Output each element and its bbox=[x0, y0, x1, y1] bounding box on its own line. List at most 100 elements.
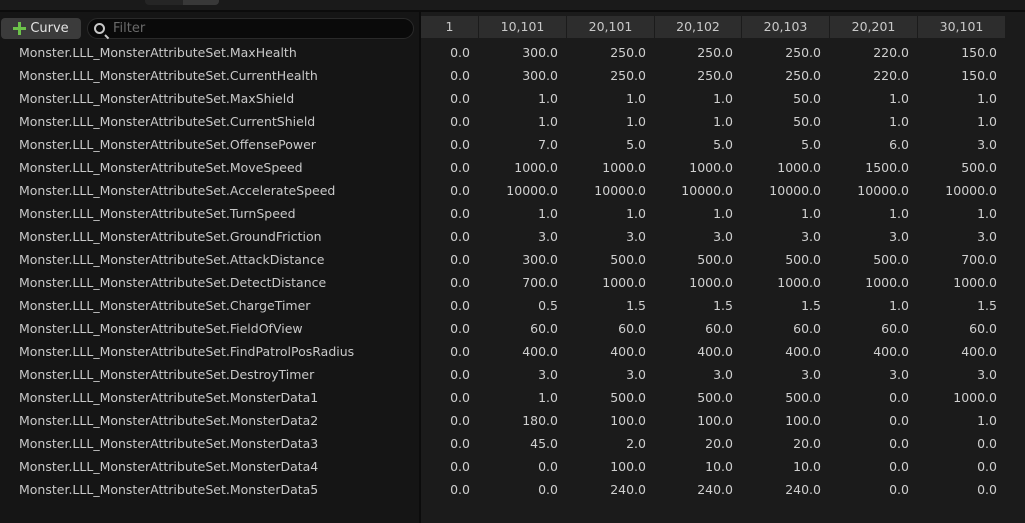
value-cell[interactable]: 3.0 bbox=[567, 225, 655, 248]
value-cell[interactable]: 300.0 bbox=[479, 64, 567, 87]
value-cell[interactable]: 1.0 bbox=[918, 110, 1006, 133]
value-cell[interactable]: 1.5 bbox=[655, 294, 742, 317]
value-cell[interactable]: 1000.0 bbox=[655, 271, 742, 294]
value-cell[interactable]: 1.0 bbox=[567, 110, 655, 133]
value-cell[interactable]: 240.0 bbox=[655, 478, 742, 501]
curve-name-row[interactable]: Monster.LLL_MonsterAttributeSet.CurrentH… bbox=[0, 64, 419, 87]
value-cell[interactable]: 1.5 bbox=[742, 294, 830, 317]
value-cell[interactable]: 0.0 bbox=[830, 386, 918, 409]
value-cell[interactable]: 1.0 bbox=[918, 87, 1006, 110]
value-cell[interactable]: 300.0 bbox=[479, 41, 567, 64]
value-cell[interactable]: 700.0 bbox=[479, 271, 567, 294]
value-cell[interactable]: 250.0 bbox=[567, 64, 655, 87]
curve-name-row[interactable]: Monster.LLL_MonsterAttributeSet.FieldOfV… bbox=[0, 317, 419, 340]
value-cell[interactable]: 3.0 bbox=[918, 225, 1006, 248]
value-cell[interactable]: 0.0 bbox=[421, 225, 479, 248]
value-cell[interactable]: 3.0 bbox=[479, 363, 567, 386]
value-cell[interactable]: 500.0 bbox=[655, 386, 742, 409]
curve-name-row[interactable]: Monster.LLL_MonsterAttributeSet.DetectDi… bbox=[0, 271, 419, 294]
value-cell[interactable]: 1500.0 bbox=[830, 156, 918, 179]
value-cell[interactable]: 1.0 bbox=[655, 110, 742, 133]
value-cell[interactable]: 10000.0 bbox=[655, 179, 742, 202]
value-cell[interactable]: 0.0 bbox=[479, 455, 567, 478]
value-cell[interactable]: 700.0 bbox=[918, 248, 1006, 271]
value-cell[interactable]: 1000.0 bbox=[742, 156, 830, 179]
value-cell[interactable]: 100.0 bbox=[655, 409, 742, 432]
value-cell[interactable]: 2.0 bbox=[567, 432, 655, 455]
value-cell[interactable]: 1.0 bbox=[742, 202, 830, 225]
value-cell[interactable]: 0.0 bbox=[479, 478, 567, 501]
value-cell[interactable]: 150.0 bbox=[918, 64, 1006, 87]
value-cell[interactable]: 240.0 bbox=[742, 478, 830, 501]
curve-name-row[interactable]: Monster.LLL_MonsterAttributeSet.TurnSpee… bbox=[0, 202, 419, 225]
value-cell[interactable]: 1.0 bbox=[830, 294, 918, 317]
value-cell[interactable]: 180.0 bbox=[479, 409, 567, 432]
value-cell[interactable]: 1.0 bbox=[567, 87, 655, 110]
curve-name-row[interactable]: Monster.LLL_MonsterAttributeSet.Accelera… bbox=[0, 179, 419, 202]
value-cell[interactable]: 6.0 bbox=[830, 133, 918, 156]
curve-name-row[interactable]: Monster.LLL_MonsterAttributeSet.GroundFr… bbox=[0, 225, 419, 248]
value-cell[interactable]: 0.0 bbox=[830, 455, 918, 478]
value-cell[interactable]: 3.0 bbox=[918, 363, 1006, 386]
value-cell[interactable]: 1.5 bbox=[918, 294, 1006, 317]
value-cell[interactable]: 0.0 bbox=[421, 478, 479, 501]
column-header[interactable]: 20,102 bbox=[655, 16, 742, 38]
value-cell[interactable]: 7.0 bbox=[479, 133, 567, 156]
add-curve-button[interactable]: Curve bbox=[1, 18, 81, 39]
value-cell[interactable]: 1.0 bbox=[655, 202, 742, 225]
value-cell[interactable]: 500.0 bbox=[655, 248, 742, 271]
value-cell[interactable]: 3.0 bbox=[655, 363, 742, 386]
value-cell[interactable]: 10.0 bbox=[655, 455, 742, 478]
value-cell[interactable]: 60.0 bbox=[742, 317, 830, 340]
value-cell[interactable]: 10.0 bbox=[742, 455, 830, 478]
value-cell[interactable]: 1000.0 bbox=[742, 271, 830, 294]
value-cell[interactable]: 0.0 bbox=[421, 64, 479, 87]
curve-name-row[interactable]: Monster.LLL_MonsterAttributeSet.FindPatr… bbox=[0, 340, 419, 363]
value-cell[interactable]: 0.0 bbox=[830, 409, 918, 432]
value-cell[interactable]: 1000.0 bbox=[918, 386, 1006, 409]
value-cell[interactable]: 150.0 bbox=[918, 41, 1006, 64]
value-cell[interactable]: 1.0 bbox=[479, 386, 567, 409]
value-cell[interactable]: 0.0 bbox=[421, 110, 479, 133]
curve-name-row[interactable]: Monster.LLL_MonsterAttributeSet.AttackDi… bbox=[0, 248, 419, 271]
value-cell[interactable]: 1.5 bbox=[567, 294, 655, 317]
value-cell[interactable]: 1.0 bbox=[479, 87, 567, 110]
value-cell[interactable]: 0.0 bbox=[421, 156, 479, 179]
column-header[interactable]: 30,101 bbox=[918, 16, 1006, 38]
value-cell[interactable]: 10000.0 bbox=[830, 179, 918, 202]
value-cell[interactable]: 400.0 bbox=[918, 340, 1006, 363]
value-cell[interactable]: 0.0 bbox=[918, 478, 1006, 501]
column-header[interactable]: 20,101 bbox=[567, 16, 655, 38]
value-cell[interactable]: 0.0 bbox=[830, 478, 918, 501]
value-cell[interactable]: 3.0 bbox=[655, 225, 742, 248]
value-cell[interactable]: 10000.0 bbox=[918, 179, 1006, 202]
curve-name-row[interactable]: Monster.LLL_MonsterAttributeSet.MonsterD… bbox=[0, 455, 419, 478]
value-cell[interactable]: 0.0 bbox=[421, 317, 479, 340]
value-cell[interactable]: 0.0 bbox=[421, 202, 479, 225]
curve-name-row[interactable]: Monster.LLL_MonsterAttributeSet.DestroyT… bbox=[0, 363, 419, 386]
value-cell[interactable]: 1000.0 bbox=[479, 156, 567, 179]
value-cell[interactable]: 3.0 bbox=[567, 363, 655, 386]
value-cell[interactable]: 60.0 bbox=[479, 317, 567, 340]
value-cell[interactable]: 5.0 bbox=[567, 133, 655, 156]
value-cell[interactable]: 250.0 bbox=[742, 41, 830, 64]
value-cell[interactable]: 0.0 bbox=[421, 455, 479, 478]
view-toggle[interactable] bbox=[145, 0, 219, 5]
curve-name-row[interactable]: Monster.LLL_MonsterAttributeSet.MonsterD… bbox=[0, 409, 419, 432]
value-cell[interactable]: 10000.0 bbox=[479, 179, 567, 202]
value-cell[interactable]: 1.0 bbox=[830, 110, 918, 133]
curve-name-row[interactable]: Monster.LLL_MonsterAttributeSet.MaxHealt… bbox=[0, 41, 419, 64]
value-cell[interactable]: 3.0 bbox=[830, 225, 918, 248]
value-cell[interactable]: 400.0 bbox=[479, 340, 567, 363]
value-cell[interactable]: 400.0 bbox=[742, 340, 830, 363]
value-cell[interactable]: 1.0 bbox=[830, 87, 918, 110]
value-cell[interactable]: 300.0 bbox=[479, 248, 567, 271]
value-cell[interactable]: 100.0 bbox=[567, 409, 655, 432]
curve-name-row[interactable]: Monster.LLL_MonsterAttributeSet.MonsterD… bbox=[0, 432, 419, 455]
value-cell[interactable]: 3.0 bbox=[742, 225, 830, 248]
value-cell[interactable]: 500.0 bbox=[742, 386, 830, 409]
value-cell[interactable]: 10000.0 bbox=[742, 179, 830, 202]
value-cell[interactable]: 1000.0 bbox=[567, 271, 655, 294]
value-cell[interactable]: 0.0 bbox=[421, 432, 479, 455]
value-cell[interactable]: 5.0 bbox=[742, 133, 830, 156]
